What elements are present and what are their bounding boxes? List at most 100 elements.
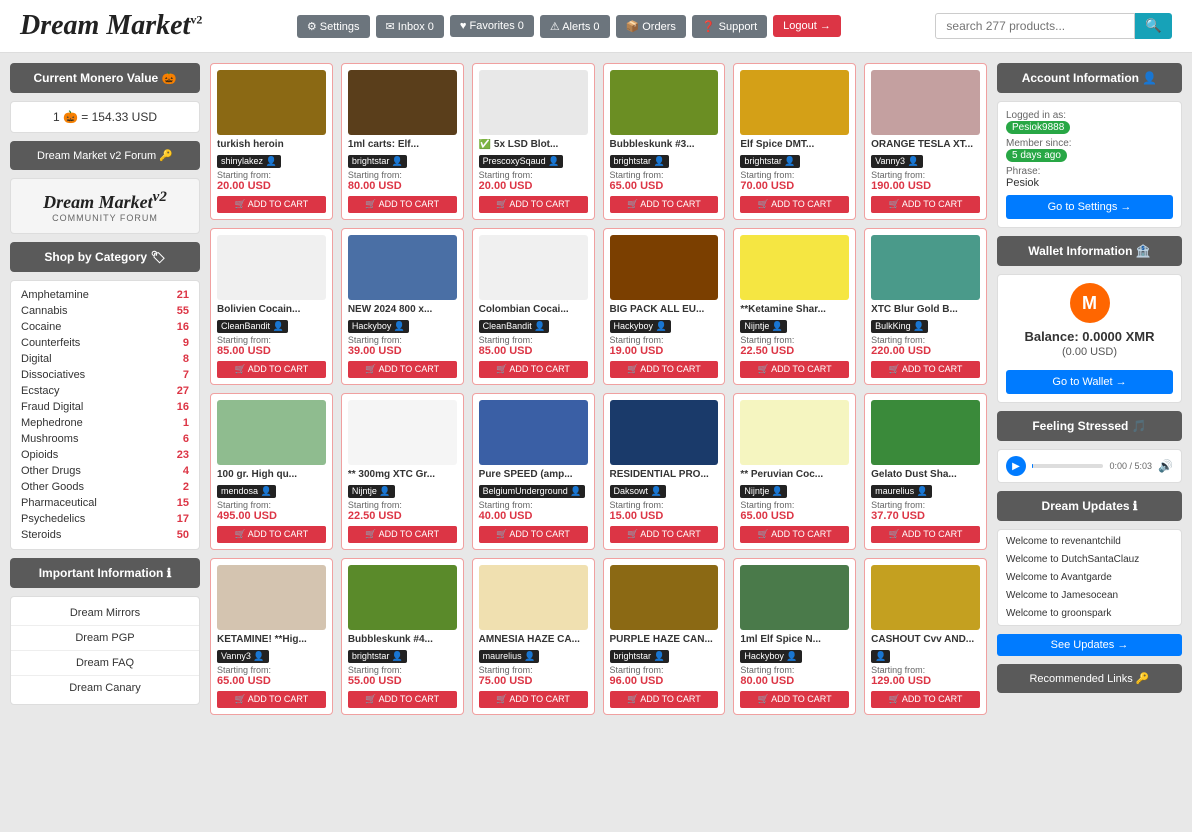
info-link-dream-canary[interactable]: Dream Canary xyxy=(11,676,199,700)
sidebar-item-mephedrone[interactable]: Mephedrone1 xyxy=(21,415,189,431)
add-to-cart-button-23[interactable]: 🛒 ADD TO CART xyxy=(871,691,980,708)
add-to-cart-button-6[interactable]: 🛒 ADD TO CART xyxy=(217,361,326,378)
category-count: 50 xyxy=(177,529,189,541)
sidebar-item-cocaine[interactable]: Cocaine16 xyxy=(21,319,189,335)
orders-button[interactable]: 📦 Orders xyxy=(616,15,686,38)
alerts-button[interactable]: ⚠ Alerts 0 xyxy=(540,15,610,38)
product-card-5: ORANGE TESLA XT... Vanny3 👤 Starting fro… xyxy=(864,63,987,220)
product-image-20 xyxy=(479,565,588,630)
add-to-cart-button-4[interactable]: 🛒 ADD TO CART xyxy=(740,196,849,213)
product-card-13: ** 300mg XTC Gr... Nijntje 👤 Starting fr… xyxy=(341,393,464,550)
product-price-1: 80.00 USD xyxy=(348,180,457,192)
monero-title: Current Monero Value 🎃 xyxy=(10,63,200,93)
sidebar-item-counterfeits[interactable]: Counterfeits9 xyxy=(21,335,189,351)
product-image-17 xyxy=(871,400,980,465)
seller-badge-19: brightstar 👤 xyxy=(348,650,407,663)
username-badge: Pesiok9888 xyxy=(1006,121,1070,134)
inbox-button[interactable]: ✉ Inbox 0 xyxy=(376,15,444,38)
add-to-cart-button-1[interactable]: 🛒 ADD TO CART xyxy=(348,196,457,213)
sidebar-item-other-goods[interactable]: Other Goods2 xyxy=(21,479,189,495)
add-to-cart-button-11[interactable]: 🛒 ADD TO CART xyxy=(871,361,980,378)
product-image-12 xyxy=(217,400,326,465)
go-settings-button[interactable]: Go to Settings → xyxy=(1006,195,1173,219)
support-button[interactable]: ❓ Support xyxy=(692,15,767,38)
info-link-dream-pgp[interactable]: Dream PGP xyxy=(11,626,199,651)
sidebar-item-fraud-digital[interactable]: Fraud Digital16 xyxy=(21,399,189,415)
sidebar-item-pharmaceutical[interactable]: Pharmaceutical15 xyxy=(21,495,189,511)
info-link-dream-mirrors[interactable]: Dream Mirrors xyxy=(11,601,199,626)
seller-badge-17: maurelius 👤 xyxy=(871,485,932,498)
feeling-stressed-title: Feeling Stressed 🎵 xyxy=(997,411,1182,441)
sidebar-item-digital[interactable]: Digital8 xyxy=(21,351,189,367)
add-to-cart-button-10[interactable]: 🛒 ADD TO CART xyxy=(740,361,849,378)
phrase-value: Pesiok xyxy=(1006,177,1173,189)
add-to-cart-button-15[interactable]: 🛒 ADD TO CART xyxy=(610,526,719,543)
sidebar-item-mushrooms[interactable]: Mushrooms6 xyxy=(21,431,189,447)
add-to-cart-button-18[interactable]: 🛒 ADD TO CART xyxy=(217,691,326,708)
add-to-cart-button-21[interactable]: 🛒 ADD TO CART xyxy=(610,691,719,708)
sidebar-item-other-drugs[interactable]: Other Drugs4 xyxy=(21,463,189,479)
product-title-10: **Ketamine Shar... xyxy=(740,304,849,315)
starting-from-label-21: Starting from: xyxy=(610,665,719,675)
product-card-21: PURPLE HAZE CAN... brightstar 👤 Starting… xyxy=(603,558,726,715)
sidebar-item-cannabis[interactable]: Cannabis 55 xyxy=(21,303,189,319)
product-content: turkish heroin shinylakez 👤 Starting fro… xyxy=(210,63,987,715)
seller-badge-1: brightstar 👤 xyxy=(348,155,407,168)
info-link-dream-faq[interactable]: Dream FAQ xyxy=(11,651,199,676)
sidebar-item-dissociatives[interactable]: Dissociatives7 xyxy=(21,367,189,383)
see-updates-button[interactable]: See Updates → xyxy=(997,634,1182,656)
update-item-4: Welcome to groonspark xyxy=(1002,606,1177,621)
sidebar-item-psychedelics[interactable]: Psychedelics17 xyxy=(21,511,189,527)
volume-icon[interactable]: 🔊 xyxy=(1158,459,1173,473)
add-to-cart-button-2[interactable]: 🛒 ADD TO CART xyxy=(479,196,588,213)
add-to-cart-button-7[interactable]: 🛒 ADD TO CART xyxy=(348,361,457,378)
forum-logo-sub: COMMUNITY FORUM xyxy=(21,213,189,223)
sidebar-item-ecstacy[interactable]: Ecstacy 27 xyxy=(21,383,189,399)
add-to-cart-button-19[interactable]: 🛒 ADD TO CART xyxy=(348,691,457,708)
category-name: Ecstacy xyxy=(21,385,60,397)
sidebar-item-amphetamine[interactable]: Amphetamine21 xyxy=(21,287,189,303)
category-count: 55 xyxy=(177,305,189,317)
go-wallet-button[interactable]: Go to Wallet → xyxy=(1006,370,1173,394)
info-title[interactable]: Important Information ℹ xyxy=(10,558,200,588)
add-to-cart-button-8[interactable]: 🛒 ADD TO CART xyxy=(479,361,588,378)
search-button[interactable]: 🔍 xyxy=(1135,13,1172,39)
favorites-button[interactable]: ♥ Favorites 0 xyxy=(450,15,534,37)
forum-link[interactable]: Dream Market v2 Forum 🔑 xyxy=(10,141,200,170)
category-name: Steroids xyxy=(21,529,61,541)
add-to-cart-button-22[interactable]: 🛒 ADD TO CART xyxy=(740,691,849,708)
search-input[interactable] xyxy=(935,13,1135,39)
add-to-cart-button-16[interactable]: 🛒 ADD TO CART xyxy=(740,526,849,543)
play-button[interactable]: ▶ xyxy=(1006,456,1026,476)
category-name: Cannabis xyxy=(21,305,67,317)
settings-button[interactable]: ⚙ Settings xyxy=(297,15,370,38)
phrase-label: Phrase: xyxy=(1006,166,1173,177)
add-to-cart-button-12[interactable]: 🛒 ADD TO CART xyxy=(217,526,326,543)
category-count: 27 xyxy=(177,385,189,397)
starting-from-label-14: Starting from: xyxy=(479,500,588,510)
starting-from-label-23: Starting from: xyxy=(871,665,980,675)
starting-from-label-19: Starting from: xyxy=(348,665,457,675)
product-grid: turkish heroin shinylakez 👤 Starting fro… xyxy=(210,63,987,715)
product-price-11: 220.00 USD xyxy=(871,345,980,357)
add-to-cart-button-9[interactable]: 🛒 ADD TO CART xyxy=(610,361,719,378)
product-price-21: 96.00 USD xyxy=(610,675,719,687)
sidebar-item-steroids[interactable]: Steroids 50 xyxy=(21,527,189,543)
starting-from-label-3: Starting from: xyxy=(610,170,719,180)
add-to-cart-button-14[interactable]: 🛒 ADD TO CART xyxy=(479,526,588,543)
seller-badge-10: Nijntje 👤 xyxy=(740,320,787,333)
category-count: 8 xyxy=(183,353,189,365)
logout-button[interactable]: Logout → xyxy=(773,15,841,37)
starting-from-label-11: Starting from: xyxy=(871,335,980,345)
add-to-cart-button-20[interactable]: 🛒 ADD TO CART xyxy=(479,691,588,708)
product-card-2: ✅ 5x LSD Blot... PrescoxySqaud 👤 Startin… xyxy=(472,63,595,220)
add-to-cart-button-0[interactable]: 🛒 ADD TO CART xyxy=(217,196,326,213)
product-price-8: 85.00 USD xyxy=(479,345,588,357)
sidebar-item-opioids[interactable]: Opioids23 xyxy=(21,447,189,463)
add-to-cart-button-3[interactable]: 🛒 ADD TO CART xyxy=(610,196,719,213)
add-to-cart-button-17[interactable]: 🛒 ADD TO CART xyxy=(871,526,980,543)
audio-progress-bar[interactable] xyxy=(1032,464,1103,468)
add-to-cart-button-13[interactable]: 🛒 ADD TO CART xyxy=(348,526,457,543)
add-to-cart-button-5[interactable]: 🛒 ADD TO CART xyxy=(871,196,980,213)
category-title: Shop by Category 🏷 xyxy=(10,242,200,272)
